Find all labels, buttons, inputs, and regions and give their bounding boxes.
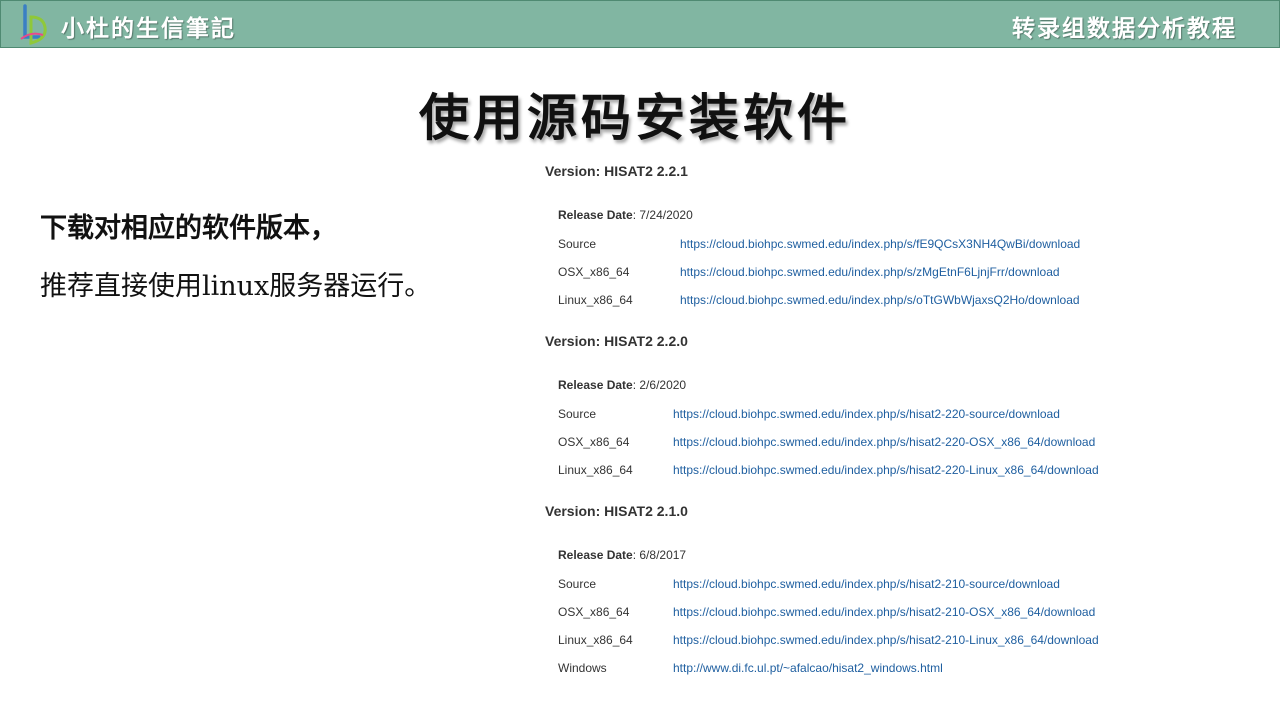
ld-logo-icon: [20, 4, 47, 45]
brand-name: 小杜的生信筆記: [61, 15, 236, 42]
download-link[interactable]: https://cloud.biohpc.swmed.edu/index.php…: [673, 463, 1099, 477]
download-link[interactable]: https://cloud.biohpc.swmed.edu/index.php…: [673, 407, 1060, 421]
platform-label: Source: [558, 577, 597, 591]
release-date: Release Date: 2/6/2020: [558, 378, 686, 392]
platform-label: OSX_x86_64: [558, 435, 630, 449]
version-heading: Version: HISAT2 2.1.0: [545, 503, 688, 519]
release-date-value: : 7/24/2020: [632, 208, 693, 222]
intro-line-1: 下载对相应的软件版本，: [40, 213, 337, 244]
platform-label: Linux_x86_64: [558, 633, 633, 647]
platform-label: OSX_x86_64: [558, 265, 630, 279]
course-title: 转录组数据分析教程: [1012, 15, 1237, 42]
version-heading: Version: HISAT2 2.2.1: [545, 163, 688, 179]
download-link[interactable]: https://cloud.biohpc.swmed.edu/index.php…: [680, 265, 1060, 279]
platform-label: Linux_x86_64: [558, 293, 633, 307]
download-link[interactable]: https://cloud.biohpc.swmed.edu/index.php…: [673, 605, 1095, 619]
download-link[interactable]: https://cloud.biohpc.swmed.edu/index.php…: [673, 577, 1060, 591]
release-date: Release Date: 7/24/2020: [558, 208, 693, 222]
download-link[interactable]: https://cloud.biohpc.swmed.edu/index.php…: [673, 633, 1099, 647]
release-date-label: Release Date: [558, 378, 633, 392]
version-heading: Version: HISAT2 2.2.0: [545, 333, 688, 349]
release-date: Release Date: 6/8/2017: [558, 548, 686, 562]
release-date-label: Release Date: [558, 548, 633, 562]
page-title: 使用源码安装软件: [419, 88, 851, 147]
platform-label: Windows: [558, 661, 607, 675]
download-link[interactable]: https://cloud.biohpc.swmed.edu/index.php…: [680, 293, 1080, 307]
platform-label: Source: [558, 407, 597, 421]
header-bar: 小杜的生信筆記 转录组数据分析教程: [0, 0, 1280, 48]
slide: 小杜的生信筆記 转录组数据分析教程 使用源码安装软件 下载对相应的软件版本， 推…: [0, 0, 1280, 720]
version-block: Version: HISAT2 2.1.0 Release Date: 6/8/…: [545, 503, 1245, 675]
version-block: Version: HISAT2 2.2.1 Release Date: 7/24…: [545, 163, 1245, 333]
download-link[interactable]: https://cloud.biohpc.swmed.edu/index.php…: [673, 435, 1095, 449]
version-block: Version: HISAT2 2.2.0 Release Date: 2/6/…: [545, 333, 1245, 503]
platform-label: OSX_x86_64: [558, 605, 630, 619]
release-date-label: Release Date: [558, 208, 633, 222]
release-list: Version: HISAT2 2.2.1 Release Date: 7/24…: [545, 163, 1245, 675]
download-link[interactable]: https://cloud.biohpc.swmed.edu/index.php…: [680, 237, 1080, 251]
intro-text: 下载对相应的软件版本， 推荐直接使用linux服务器运行。: [40, 200, 431, 316]
platform-label: Source: [558, 237, 597, 251]
platform-label: Linux_x86_64: [558, 463, 633, 477]
intro-line-2: 推荐直接使用linux服务器运行。: [40, 271, 432, 302]
release-date-value: : 2/6/2020: [632, 378, 687, 392]
release-date-value: : 6/8/2017: [632, 548, 687, 562]
download-link[interactable]: http://www.di.fc.ul.pt/~afalcao/hisat2_w…: [673, 661, 943, 675]
